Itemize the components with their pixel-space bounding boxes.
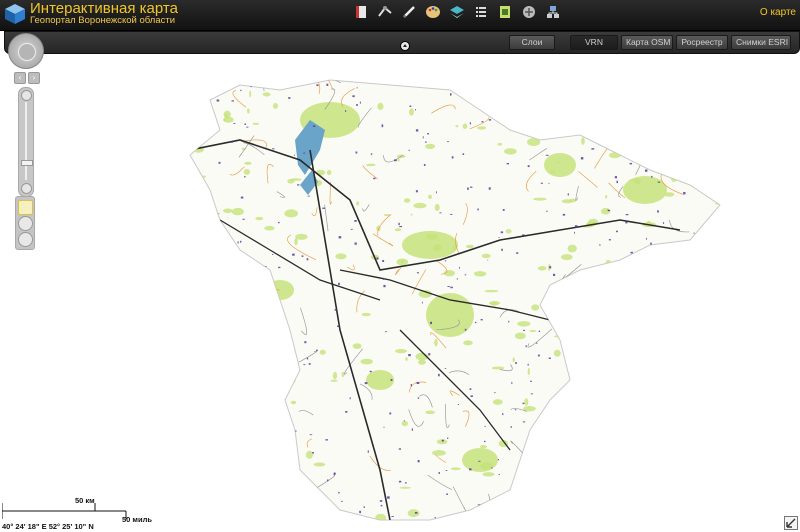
palette-icon[interactable] [424, 3, 442, 21]
pan-control[interactable] [8, 33, 44, 69]
hand-pan-icon[interactable] [18, 200, 33, 215]
cursor-coordinates: 40° 24' 18" E 52° 25' 10" N [2, 522, 94, 531]
history-nav: ‹ › [14, 72, 40, 84]
region-map[interactable] [180, 70, 740, 530]
basemap-switcher: Слои VRN Карта OSM Росреестр Снимки ESRI [509, 35, 791, 50]
zoom-in-button[interactable] [21, 90, 32, 101]
basemap-osm-button[interactable]: Карта OSM [621, 35, 673, 50]
zoom-box-icon[interactable] [18, 216, 33, 231]
pan-center-icon [18, 43, 36, 61]
expand-overview-icon[interactable] [784, 516, 798, 530]
basemap-esri-button[interactable]: Снимки ESRI [731, 35, 791, 50]
satellite-icon[interactable] [520, 3, 538, 21]
zoom-out-button[interactable] [21, 183, 32, 194]
measure-icon[interactable] [376, 3, 394, 21]
map-tools-panel [15, 196, 35, 250]
layer-bar: Слои VRN Карта OSM Росреестр Снимки ESRI [4, 31, 800, 54]
toolbar [352, 3, 562, 25]
layers-button[interactable]: Слои [509, 35, 555, 50]
app-title: Интерактивная карта [30, 0, 178, 17]
scale-km-label: 50 км [75, 496, 95, 505]
zoom-thumb[interactable] [21, 160, 33, 166]
collapse-toolbar-button[interactable] [400, 41, 410, 51]
basemap-rosreestr-button[interactable]: Росреестр [676, 35, 728, 50]
list-icon[interactable] [472, 3, 490, 21]
previous-extent-button[interactable]: ‹ [14, 72, 26, 84]
header-bar: Интерактивная карта Геопортал Воронежско… [0, 0, 800, 31]
zoom-slider[interactable] [18, 87, 34, 197]
scale-miles-label: 50 миль [122, 515, 152, 524]
globe-layers-icon[interactable] [448, 3, 466, 21]
about-map-link[interactable]: О карте [760, 8, 796, 18]
pencil-icon[interactable] [400, 3, 418, 21]
print-icon[interactable] [496, 3, 514, 21]
book-icon[interactable] [352, 3, 370, 21]
identify-icon[interactable] [18, 232, 33, 247]
next-extent-button[interactable]: › [28, 72, 40, 84]
cube-logo-icon [5, 4, 25, 24]
zoom-track [25, 102, 27, 180]
network-icon[interactable] [544, 3, 562, 21]
basemap-vrn-button[interactable]: VRN [570, 35, 618, 50]
app-subtitle: Геопортал Воронежской области [30, 15, 176, 26]
